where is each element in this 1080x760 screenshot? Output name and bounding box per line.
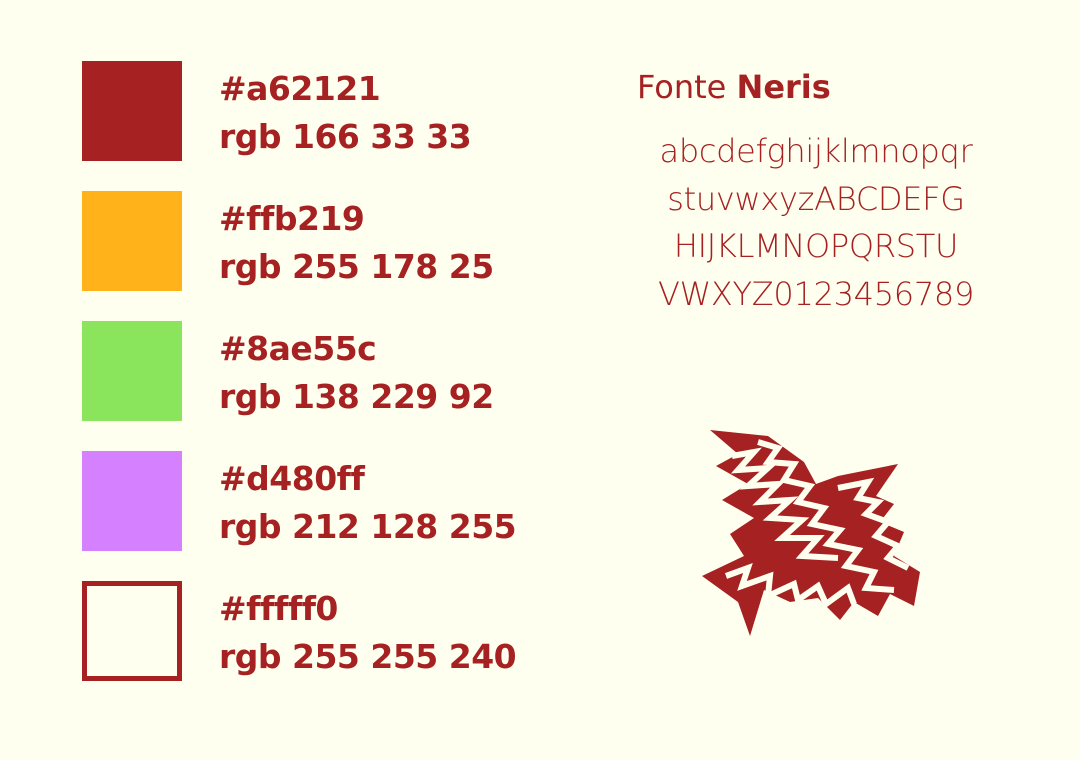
specimen-line: abcdefghijklmnopqr (659, 132, 973, 170)
font-name: Neris (736, 68, 831, 106)
specimen-line: stuvwxyzABCDEFG (667, 179, 965, 218)
color-swatch-red (82, 61, 182, 161)
palette-item-5: #fffff0 rgb 255 255 240 (82, 581, 602, 681)
hex-code: #ffb219 (219, 199, 365, 238)
color-swatch-green (82, 321, 182, 421)
color-codes: #fffff0 rgb 255 255 240 (219, 585, 517, 681)
rgb-code: rgb 255 178 25 (219, 247, 494, 286)
color-codes: #8ae55c rgb 138 229 92 (219, 325, 494, 421)
color-swatch-purple (82, 451, 182, 551)
palette-item-2: #ffb219 rgb 255 178 25 (82, 191, 602, 291)
rgb-code: rgb 212 128 255 (219, 507, 517, 546)
rgb-code: rgb 166 33 33 (219, 117, 472, 156)
color-codes: #ffb219 rgb 255 178 25 (219, 195, 494, 291)
hex-code: #8ae55c (219, 329, 377, 368)
palette-item-1: #a62121 rgb 166 33 33 (82, 61, 602, 161)
color-codes: #d480ff rgb 212 128 255 (219, 455, 517, 551)
specimen-line: VWXYZ0123456789 (657, 274, 975, 313)
rgb-code: rgb 138 229 92 (219, 377, 494, 416)
rgb-code: rgb 255 255 240 (219, 637, 517, 676)
color-codes: #a62121 rgb 166 33 33 (219, 65, 472, 161)
color-swatch-orange (82, 191, 182, 291)
palette-item-3: #8ae55c rgb 138 229 92 (82, 321, 602, 421)
color-swatch-ivory (82, 581, 182, 681)
specimen-line: HIJKLMNOPQRSTU (673, 227, 959, 265)
font-title-prefix: Fonte (637, 68, 727, 106)
hex-code: #d480ff (219, 459, 365, 498)
font-specimen: abcdefghijklmnopqr stuvwxyzABCDEFG HIJKL… (616, 128, 1016, 318)
hex-code: #fffff0 (219, 589, 338, 628)
font-title: Fonte Neris (637, 66, 831, 108)
palette-item-4: #d480ff rgb 212 128 255 (82, 451, 602, 551)
bird-logo-icon (702, 430, 920, 636)
hex-code: #a62121 (219, 69, 381, 108)
